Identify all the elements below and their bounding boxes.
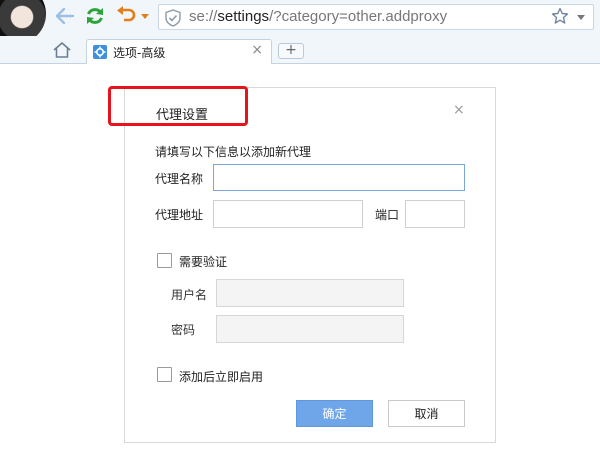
- gear-icon: [93, 45, 107, 59]
- url-scheme: se://: [189, 8, 218, 25]
- url-path: /?category=other.addproxy: [269, 8, 448, 25]
- url-text: se://settings/?category=other.addproxy: [189, 8, 447, 25]
- undo-icon: [116, 5, 138, 29]
- username-input: [216, 279, 404, 307]
- proxy-name-input[interactable]: [213, 164, 465, 191]
- tab-bar: 选项-高级 × +: [0, 36, 600, 64]
- star-icon[interactable]: [551, 7, 569, 28]
- tab-title: 选项-高级: [113, 46, 166, 60]
- port-input[interactable]: [405, 200, 465, 228]
- port-label: 端口: [375, 208, 400, 222]
- proxy-settings-dialog: 代理设置 × 请填写以下信息以添加新代理 代理名称 代理地址 端口 需要验证 用…: [124, 87, 496, 443]
- title-highlight-box: [108, 86, 248, 126]
- address-dropdown-icon[interactable]: [577, 15, 585, 20]
- ok-button[interactable]: 确定: [296, 400, 373, 427]
- dialog-instructions: 请填写以下信息以添加新代理: [155, 145, 312, 159]
- tab-close-icon[interactable]: ×: [251, 42, 263, 58]
- home-icon[interactable]: [52, 41, 72, 62]
- require-auth-label: 需要验证: [179, 255, 228, 269]
- enable-immediately-label: 添加后立即启用: [179, 370, 264, 384]
- password-input: [216, 315, 404, 343]
- refresh-icon: [84, 5, 106, 30]
- proxy-name-label: 代理名称: [155, 172, 204, 186]
- require-auth-checkbox[interactable]: [157, 253, 172, 268]
- back-arrow-icon: [55, 7, 75, 28]
- cancel-button[interactable]: 取消: [388, 400, 465, 427]
- undo-dropdown-icon[interactable]: [141, 14, 149, 19]
- proxy-address-input[interactable]: [213, 200, 363, 228]
- new-tab-button[interactable]: +: [278, 43, 304, 59]
- username-label: 用户名: [171, 288, 208, 302]
- shield-icon: [165, 9, 181, 30]
- tab-options-advanced[interactable]: 选项-高级 ×: [86, 39, 272, 64]
- proxy-address-label: 代理地址: [155, 208, 204, 222]
- browser-toolbar: se://settings/?category=other.addproxy: [0, 0, 600, 44]
- enable-immediately-checkbox[interactable]: [157, 367, 172, 382]
- password-label: 密码: [171, 323, 196, 337]
- url-host: settings: [217, 8, 270, 25]
- refresh-button[interactable]: [84, 6, 106, 28]
- undo-button[interactable]: [116, 5, 138, 29]
- back-button[interactable]: [54, 6, 76, 28]
- dialog-close-icon[interactable]: ×: [453, 102, 465, 118]
- address-bar[interactable]: se://settings/?category=other.addproxy: [158, 4, 594, 30]
